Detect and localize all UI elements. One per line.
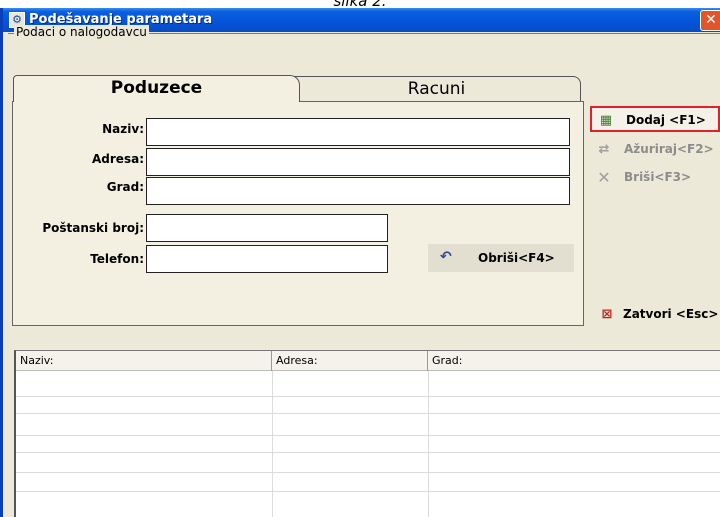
- telefon-input[interactable]: [146, 245, 388, 273]
- tab-poduzece[interactable]: Poduzece: [13, 75, 300, 102]
- postanski-broj-input[interactable]: [146, 214, 388, 242]
- exit-door-icon: ⊠: [601, 307, 613, 322]
- group-legend: Podaci o nalogodavcu: [14, 25, 149, 39]
- adresa-input[interactable]: [146, 148, 570, 176]
- naziv-label: Naziv:: [102, 122, 144, 136]
- figure-caption: slika 2.: [333, 0, 387, 10]
- delete-button[interactable]: ✕ Briši<F3>: [590, 165, 720, 191]
- postanski-broj-label: Poštanski broj:: [42, 221, 144, 235]
- add-button[interactable]: ▦ Dodaj <F1>: [590, 106, 720, 132]
- column-header-grad[interactable]: Grad:: [428, 351, 720, 371]
- tab-racuni[interactable]: Racuni: [292, 76, 581, 102]
- table-row: [16, 413, 720, 414]
- update-record-icon: ⇄: [598, 142, 610, 157]
- exit-button-label: Zatvori <Esc>: [623, 307, 719, 321]
- clear-button-label: Obriši<F4>: [478, 251, 555, 265]
- update-button[interactable]: ⇄ Ažuriraj<F2>: [590, 137, 720, 163]
- delete-x-icon: ✕: [597, 168, 611, 187]
- grad-input[interactable]: [146, 177, 570, 205]
- table-row: [16, 472, 720, 473]
- telefon-label: Telefon:: [90, 252, 144, 266]
- table-header: Naziv: Adresa: Grad:: [16, 351, 720, 371]
- table-row: [16, 435, 720, 436]
- add-button-label: Dodaj <F1>: [626, 113, 706, 127]
- update-button-label: Ažuriraj<F2>: [624, 142, 714, 156]
- table-row: [16, 452, 720, 453]
- undo-arrow-icon: ↶: [440, 249, 452, 265]
- table-row: [16, 396, 720, 397]
- add-record-icon: ▦: [599, 113, 613, 128]
- column-divider: [272, 371, 273, 517]
- naziv-input[interactable]: [146, 118, 570, 146]
- close-window-button[interactable]: ✕: [700, 10, 720, 31]
- exit-button[interactable]: ⊠ Zatvori <Esc>: [593, 302, 720, 328]
- delete-button-label: Briši<F3>: [624, 170, 692, 184]
- column-divider: [428, 371, 429, 517]
- table-row: [16, 491, 720, 492]
- adresa-label: Adresa:: [92, 152, 144, 166]
- column-header-adresa[interactable]: Adresa:: [272, 351, 428, 371]
- records-table[interactable]: Naziv: Adresa: Grad:: [14, 350, 720, 517]
- clear-button[interactable]: ↶ Obriši<F4>: [428, 244, 574, 272]
- column-header-naziv[interactable]: Naziv:: [16, 351, 272, 371]
- grad-label: Grad:: [106, 180, 144, 194]
